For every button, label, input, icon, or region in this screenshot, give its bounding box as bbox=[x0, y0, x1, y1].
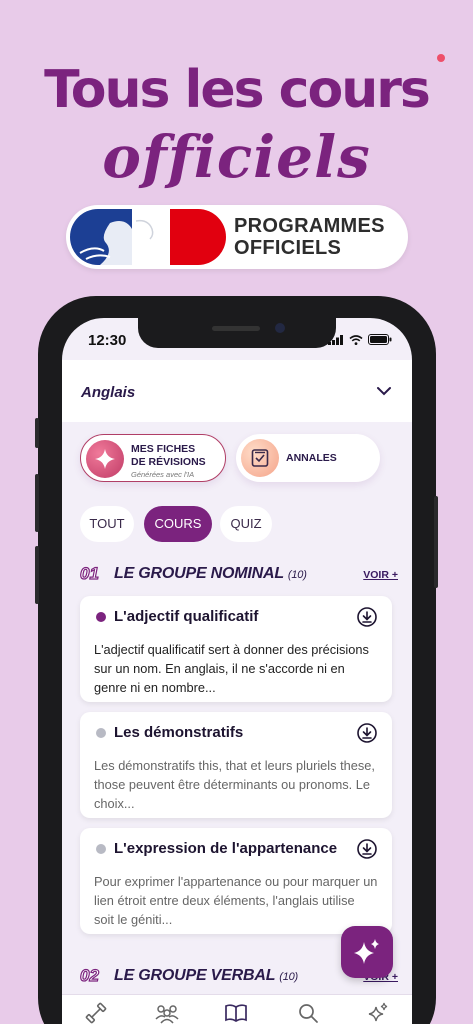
badge-text-line1: PROGRAMMES bbox=[234, 215, 385, 237]
badge-text: PROGRAMMES OFFICIELS bbox=[234, 215, 385, 259]
revision-sheets-button[interactable]: MES FICHES DE RÉVISIONS Générées avec l'… bbox=[80, 434, 226, 482]
app-screen: 12:30 Anglais MES FICHES DE RÉVISIONS Gé… bbox=[62, 318, 412, 1024]
marianne-logo bbox=[70, 209, 226, 265]
subject-label: Anglais bbox=[81, 384, 136, 401]
annales-button[interactable]: ANNALES bbox=[236, 434, 380, 482]
section-title: LE GROUPE NOMINAL bbox=[114, 565, 284, 582]
promo-headline: Tous les cours bbox=[44, 60, 431, 120]
phone-side-button bbox=[35, 474, 39, 532]
tab-quiz[interactable]: QUIZ bbox=[220, 506, 272, 542]
card-body: Les démonstratifs this, that et leurs pl… bbox=[94, 758, 375, 811]
tab-tout[interactable]: TOUT bbox=[80, 506, 134, 542]
promo-headline-script: officiels bbox=[102, 123, 371, 191]
chevron-down-icon bbox=[377, 387, 391, 396]
section-count: (10) bbox=[287, 569, 307, 581]
section-number: 02 bbox=[79, 965, 99, 985]
phone-side-button bbox=[35, 546, 39, 604]
download-icon[interactable] bbox=[356, 838, 378, 860]
camera-icon bbox=[275, 323, 285, 333]
card-title: L'expression de l'appartenance bbox=[114, 840, 338, 857]
download-icon[interactable] bbox=[356, 722, 378, 744]
dumbbell-icon[interactable] bbox=[84, 1001, 108, 1024]
section-count: (10) bbox=[279, 971, 298, 983]
sparkles-icon bbox=[354, 939, 379, 964]
sparkles-icon[interactable] bbox=[366, 1001, 390, 1024]
status-dot bbox=[96, 612, 106, 622]
checklist-icon bbox=[241, 439, 279, 477]
course-card[interactable]: L'expression de l'appartenance Pour expr… bbox=[80, 828, 392, 934]
card-body: Pour exprimer l'appartenance ou pour mar… bbox=[94, 874, 378, 927]
community-icon[interactable] bbox=[154, 1001, 180, 1024]
wifi-icon bbox=[349, 334, 363, 345]
section-number: 01 bbox=[79, 563, 99, 583]
section-title: LE GROUPE VERBAL bbox=[114, 967, 275, 984]
tab-cours[interactable]: COURS bbox=[144, 506, 212, 542]
ai-assistant-button[interactable] bbox=[341, 926, 393, 978]
phone-notch bbox=[138, 318, 336, 348]
signal-icon bbox=[328, 334, 343, 345]
sparkle-icon bbox=[86, 440, 124, 478]
official-programs-badge: PROGRAMMES OFFICIELS bbox=[66, 205, 408, 269]
status-icons bbox=[328, 334, 392, 345]
course-card[interactable]: Les démonstratifs Les démonstratifs this… bbox=[80, 712, 392, 818]
status-dot bbox=[96, 728, 106, 738]
phone-side-button bbox=[434, 496, 438, 588]
book-icon[interactable] bbox=[224, 1001, 248, 1024]
badge-text-line2: OFFICIELS bbox=[234, 237, 342, 259]
section-header: 01 LE GROUPE NOMINAL (10) VOIR + bbox=[79, 563, 398, 586]
phone-side-button bbox=[35, 418, 39, 448]
status-dot bbox=[96, 844, 106, 854]
card-body: L'adjectif qualificatif sert à donner de… bbox=[94, 642, 369, 695]
bottom-navigation bbox=[62, 994, 412, 1024]
course-card[interactable]: L'adjectif qualificatif L'adjectif quali… bbox=[80, 596, 392, 702]
battery-icon bbox=[368, 334, 392, 345]
card-title: Les démonstratifs bbox=[114, 724, 244, 741]
search-icon[interactable] bbox=[296, 1001, 320, 1024]
status-time: 12:30 bbox=[88, 332, 127, 349]
see-more-link[interactable]: VOIR + bbox=[363, 569, 398, 581]
subject-selector[interactable]: Anglais bbox=[62, 360, 412, 422]
card-title: L'adjectif qualificatif bbox=[114, 608, 259, 625]
download-icon[interactable] bbox=[356, 606, 378, 628]
